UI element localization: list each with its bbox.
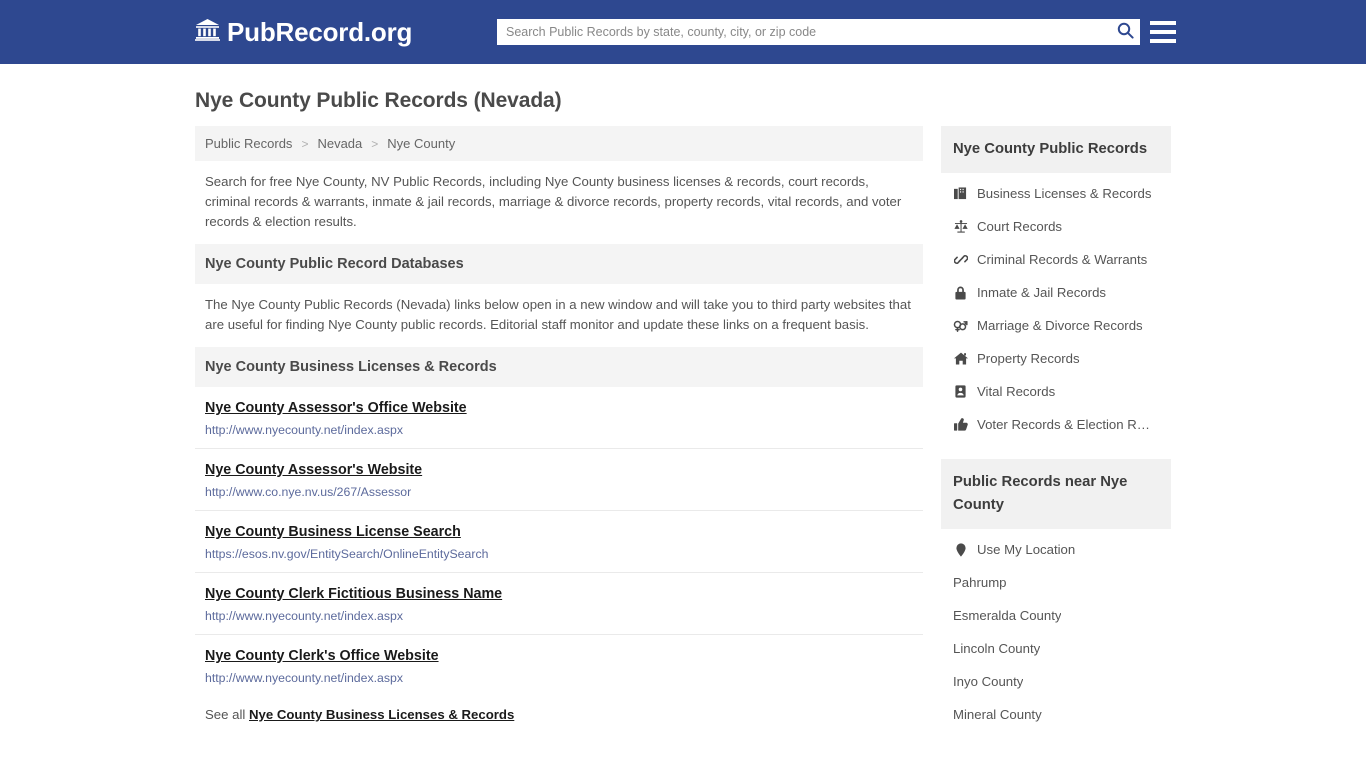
sidebar-item-lincoln-county[interactable]: Lincoln County <box>941 632 1171 665</box>
breadcrumb-item-public-records[interactable]: Public Records <box>205 136 292 151</box>
sidebar-item-label: Voter Records & Election R… <box>977 417 1150 432</box>
sidebar-item-inyo-county[interactable]: Inyo County <box>941 665 1171 698</box>
sidebar-item-label: Lincoln County <box>953 641 1041 656</box>
venus-mars-icon <box>953 319 968 332</box>
list-item: Nye County Clerk Fictitious Business Nam… <box>195 573 923 635</box>
lock-icon <box>953 286 968 300</box>
databases-section-paragraph: The Nye County Public Records (Nevada) l… <box>205 297 911 332</box>
scales-of-justice-icon <box>953 220 968 233</box>
search-icon <box>1117 22 1134 42</box>
sidebar-item-business-licenses[interactable]: Business Licenses & Records <box>941 177 1171 210</box>
list-item: Nye County Business License Search https… <box>195 511 923 573</box>
breadcrumb: Public Records > Nevada > Nye County <box>195 126 923 161</box>
sidebar-nearby-panel-band: Public Records near Nye County <box>941 459 1171 529</box>
see-all-row: See all Nye County Business Licenses & R… <box>195 696 923 732</box>
sidebar-item-criminal-records[interactable]: Criminal Records & Warrants <box>941 243 1171 276</box>
sidebar-records-panel: Nye County Public Records Business Licen… <box>941 126 1171 441</box>
sidebar-item-label: Use My Location <box>977 542 1076 557</box>
record-link-title[interactable]: Nye County Clerk's Office Website <box>205 648 439 664</box>
sidebar-records-list: Business Licenses & Records Court Record… <box>941 173 1171 441</box>
list-item: Nye County Assessor's Office Website htt… <box>195 387 923 449</box>
sidebar-nearby-panel-heading: Public Records near Nye County <box>953 474 1128 513</box>
list-item: Nye County Clerk's Office Website http:/… <box>195 635 923 696</box>
see-all-prefix: See all <box>205 707 246 722</box>
business-section-heading: Nye County Business Licenses & Records <box>205 359 497 375</box>
breadcrumb-item-nye-county: Nye County <box>387 136 456 151</box>
databases-section: Nye County Public Record Databases The N… <box>195 244 923 347</box>
site-logo-text: PubRecord.org <box>227 16 413 47</box>
search-button[interactable] <box>1110 19 1140 45</box>
sidebar-item-label: Criminal Records & Warrants <box>977 252 1148 267</box>
sidebar-item-label: Pahrump <box>953 575 1007 590</box>
search-input[interactable] <box>497 20 1110 44</box>
hamburger-menu-button[interactable] <box>1150 16 1176 48</box>
map-pin-icon <box>953 542 968 557</box>
record-link-url[interactable]: https://esos.nv.gov/EntitySearch/OnlineE… <box>205 547 913 561</box>
record-link-url[interactable]: http://www.nyecounty.net/index.aspx <box>205 671 913 685</box>
sidebar-item-label: Esmeralda County <box>953 608 1062 623</box>
databases-section-heading: Nye County Public Record Databases <box>205 256 464 272</box>
hamburger-menu-icon <box>1150 21 1176 25</box>
sidebar-nearby-list: Use My Location Pahrump Esmeralda County… <box>941 529 1171 731</box>
hamburger-menu-icon-bar <box>1150 39 1176 43</box>
sidebar-records-panel-band: Nye County Public Records <box>941 126 1171 173</box>
site-logo[interactable]: PubRecord.org <box>195 17 412 48</box>
page-title: Nye County Public Records (Nevada) <box>195 89 562 112</box>
see-all-link[interactable]: Nye County Business Licenses & Records <box>249 707 514 722</box>
sidebar-item-court-records[interactable]: Court Records <box>941 210 1171 243</box>
breadcrumb-separator: > <box>301 136 309 151</box>
sidebar-nearby-panel: Public Records near Nye County Use My Lo… <box>941 459 1171 731</box>
sidebar-item-property-records[interactable]: Property Records <box>941 342 1171 375</box>
handcuffs-icon <box>953 253 968 266</box>
sidebar-item-vital-records[interactable]: Vital Records <box>941 375 1171 408</box>
sidebar: Nye County Public Records Business Licen… <box>941 126 1171 731</box>
hamburger-menu-icon-bar <box>1150 30 1176 34</box>
sidebar-item-label: Vital Records <box>977 384 1056 399</box>
record-link-title[interactable]: Nye County Clerk Fictitious Business Nam… <box>205 586 502 602</box>
business-link-list: Nye County Assessor's Office Website htt… <box>195 387 923 696</box>
content-columns: Public Records > Nevada > Nye County Sea… <box>195 126 1171 732</box>
sidebar-item-label: Court Records <box>977 219 1063 234</box>
intro-paragraph: Search for free Nye County, NV Public Re… <box>205 174 902 229</box>
sidebar-item-use-my-location[interactable]: Use My Location <box>941 533 1171 566</box>
sidebar-item-esmeralda-county[interactable]: Esmeralda County <box>941 599 1171 632</box>
record-link-title[interactable]: Nye County Assessor's Website <box>205 462 422 478</box>
sidebar-item-mineral-county[interactable]: Mineral County <box>941 698 1171 731</box>
briefcase-icon <box>953 187 968 200</box>
record-link-title[interactable]: Nye County Business License Search <box>205 524 461 540</box>
page-container: Nye County Public Records (Nevada) Publi… <box>0 89 1366 732</box>
sidebar-item-inmate-jail-records[interactable]: Inmate & Jail Records <box>941 276 1171 309</box>
record-link-url[interactable]: http://www.nyecounty.net/index.aspx <box>205 609 913 623</box>
record-link-url[interactable]: http://www.co.nye.nv.us/267/Assessor <box>205 485 913 499</box>
sidebar-item-voter-records[interactable]: Voter Records & Election R… <box>941 408 1171 441</box>
search-bar[interactable] <box>497 19 1140 45</box>
databases-section-band: Nye County Public Record Databases <box>195 244 923 284</box>
sidebar-item-label: Marriage & Divorce Records <box>977 318 1143 333</box>
breadcrumb-separator: > <box>371 136 379 151</box>
bank-building-icon <box>195 18 220 46</box>
sidebar-records-panel-heading: Nye County Public Records <box>953 141 1148 157</box>
sidebar-item-label: Inmate & Jail Records <box>977 285 1106 300</box>
site-header: PubRecord.org <box>0 0 1366 64</box>
list-item: Nye County Assessor's Website http://www… <box>195 449 923 511</box>
sidebar-item-label: Inyo County <box>953 674 1024 689</box>
home-icon <box>953 352 968 365</box>
id-card-icon <box>953 385 968 398</box>
breadcrumb-item-nevada[interactable]: Nevada <box>317 136 362 151</box>
sidebar-item-label: Property Records <box>977 351 1080 366</box>
sidebar-item-label: Mineral County <box>953 707 1042 722</box>
record-link-title[interactable]: Nye County Assessor's Office Website <box>205 400 467 416</box>
business-section-band: Nye County Business Licenses & Records <box>195 347 923 387</box>
sidebar-item-marriage-divorce-records[interactable]: Marriage & Divorce Records <box>941 309 1171 342</box>
sidebar-item-pahrump[interactable]: Pahrump <box>941 566 1171 599</box>
business-section: Nye County Business Licenses & Records N… <box>195 347 923 732</box>
main-column: Public Records > Nevada > Nye County Sea… <box>195 126 923 732</box>
record-link-url[interactable]: http://www.nyecounty.net/index.aspx <box>205 423 913 437</box>
sidebar-item-label: Business Licenses & Records <box>977 186 1152 201</box>
thumbs-up-icon <box>953 418 968 431</box>
